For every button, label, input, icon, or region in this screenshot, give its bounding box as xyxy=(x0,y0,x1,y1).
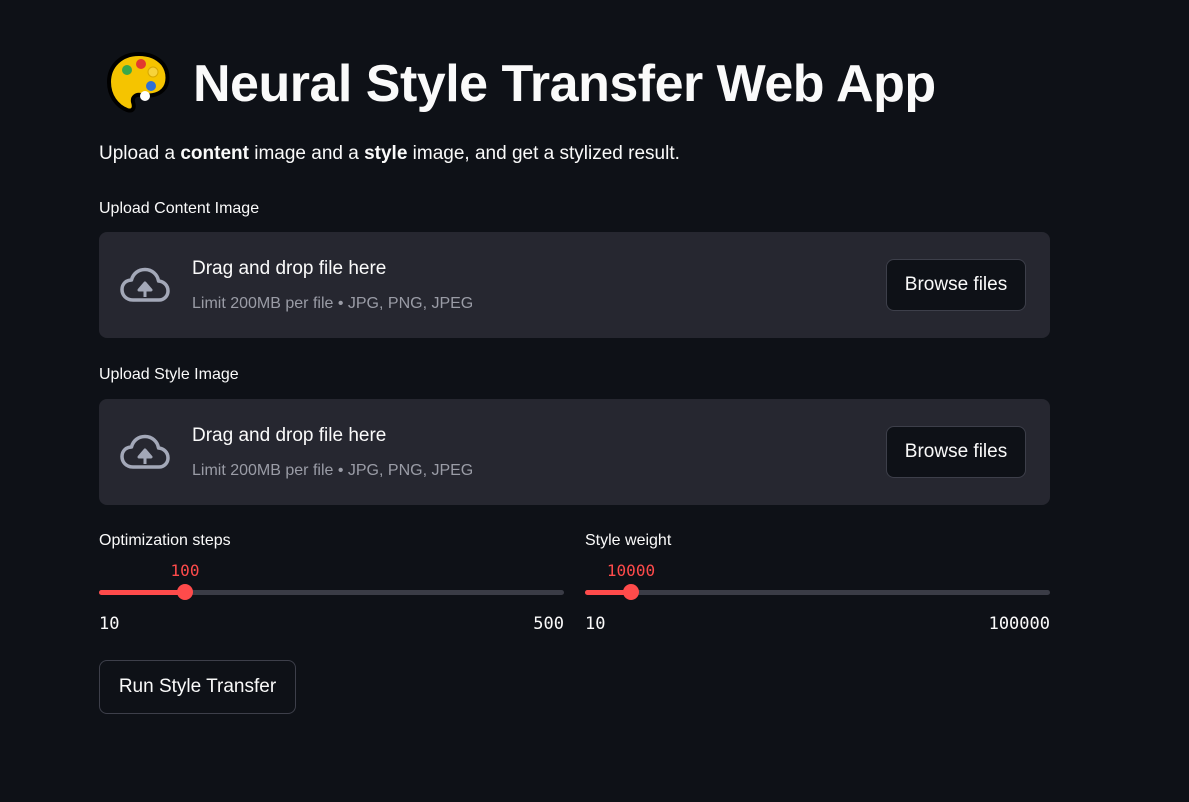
steps-slider: Optimization steps 100 10 500 xyxy=(99,530,564,640)
style-dropzone[interactable]: Drag and drop file here Limit 200MB per … xyxy=(99,399,1050,505)
style-limit-text: Limit 200MB per file • JPG, PNG, JPEG xyxy=(192,462,474,479)
content-dropzone[interactable]: Drag and drop file here Limit 200MB per … xyxy=(99,232,1050,338)
style-weight-slider: Style weight 10000 10 100000 xyxy=(585,530,1050,640)
style-drop-text: Drag and drop file here xyxy=(192,425,387,446)
steps-slider-label: Optimization steps xyxy=(99,532,231,549)
header: Neural Style Transfer Web App xyxy=(105,44,936,124)
content-drop-text: Drag and drop file here xyxy=(192,258,387,279)
steps-slider-max: 500 xyxy=(533,614,564,634)
page-title: Neural Style Transfer Web App xyxy=(193,55,936,113)
style-uploader-label: Upload Style Image xyxy=(99,366,239,383)
style-browse-button[interactable]: Browse files xyxy=(886,426,1026,478)
steps-slider-min: 10 xyxy=(99,614,120,634)
steps-slider-value: 100 xyxy=(170,561,200,580)
style-weight-slider-thumb[interactable] xyxy=(623,584,639,600)
steps-slider-track[interactable] xyxy=(99,590,564,595)
steps-slider-thumb[interactable] xyxy=(177,584,193,600)
cloud-upload-icon xyxy=(120,434,170,469)
page-subtitle: Upload a content image and a style image… xyxy=(99,143,680,164)
run-style-transfer-button[interactable]: Run Style Transfer xyxy=(99,660,296,714)
style-weight-slider-min: 10 xyxy=(585,614,606,634)
content-uploader-label: Upload Content Image xyxy=(99,200,260,217)
cloud-upload-icon xyxy=(120,267,170,302)
style-weight-slider-label: Style weight xyxy=(585,532,672,549)
style-weight-slider-value: 10000 xyxy=(606,561,656,580)
content-browse-button[interactable]: Browse files xyxy=(886,259,1026,311)
style-weight-slider-track[interactable] xyxy=(585,590,1050,595)
palette-icon xyxy=(106,51,170,113)
style-weight-slider-max: 100000 xyxy=(988,614,1050,634)
content-limit-text: Limit 200MB per file • JPG, PNG, JPEG xyxy=(192,295,474,312)
steps-slider-fill xyxy=(99,590,185,595)
